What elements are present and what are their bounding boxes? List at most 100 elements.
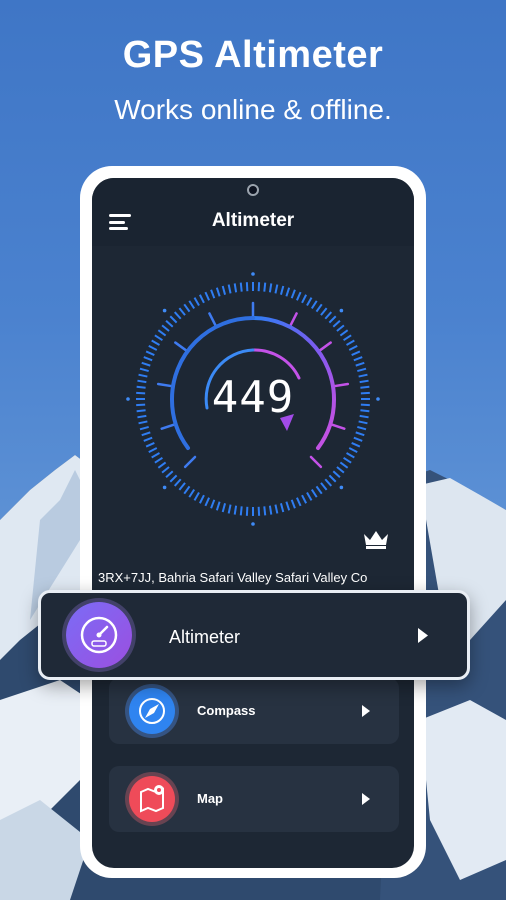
gauge-tick xyxy=(161,466,170,474)
front-camera xyxy=(247,184,259,196)
gauge-tick xyxy=(221,503,227,513)
gauge-tick xyxy=(136,409,146,413)
gauge-tick xyxy=(157,329,167,337)
gauge-tick xyxy=(315,485,323,495)
gauge-major-tick xyxy=(208,312,218,328)
play-arrow-icon xyxy=(362,793,370,805)
gauge-tick xyxy=(227,284,232,294)
app-title: Altimeter xyxy=(211,210,295,231)
gauge-tick xyxy=(204,291,210,301)
gauge-tick xyxy=(143,436,153,442)
gauge-tick xyxy=(169,474,178,483)
gauge-tick xyxy=(161,324,170,332)
gauge-major-tick xyxy=(183,455,197,469)
gauge-tick xyxy=(353,436,363,442)
gauge-dot xyxy=(376,397,380,401)
gauge-tick xyxy=(296,291,302,301)
promo-subtitle: Works online & offline. xyxy=(114,94,392,125)
gauge-tick xyxy=(310,489,318,498)
gauge-dot xyxy=(251,522,255,526)
gauge-tick xyxy=(148,344,158,351)
menu-item-compass[interactable]: Compass xyxy=(109,678,399,744)
gauge-tick xyxy=(136,385,146,389)
gauge-tick xyxy=(239,506,243,516)
gauge-tick xyxy=(188,300,196,309)
gauge-tick xyxy=(343,456,352,464)
gauge-tick xyxy=(239,282,243,292)
gauge-tick xyxy=(148,447,158,454)
gauge-tick xyxy=(343,334,352,342)
gauge-tick xyxy=(285,287,291,297)
gauge-tick xyxy=(138,420,148,425)
phone-screen: Altimeter 449 3RX+7JJ, Bahria Safari Val… xyxy=(92,178,414,868)
gauge-tick xyxy=(351,442,361,448)
gauge-tick xyxy=(320,307,328,316)
menu-item-label: Map xyxy=(197,791,223,806)
menu-item-label: Compass xyxy=(197,703,256,718)
gauge-tick xyxy=(328,474,337,483)
gauge-tick xyxy=(263,506,267,516)
gauge-tick xyxy=(296,497,302,507)
gauge-tick xyxy=(332,319,341,328)
gauge-tick xyxy=(141,361,151,367)
gauge-tick xyxy=(353,356,363,362)
gauge-tick xyxy=(355,361,365,367)
gauge-tick xyxy=(339,329,349,337)
gauge-tick xyxy=(339,461,349,469)
gauge-tick xyxy=(173,478,182,487)
gauge-dot xyxy=(126,397,130,401)
gauge-dot xyxy=(162,485,167,490)
gauge-tick xyxy=(151,452,160,459)
play-arrow-icon xyxy=(418,628,428,643)
gauge-tick xyxy=(358,373,368,378)
gauge-tick xyxy=(198,294,205,304)
gauge-tick xyxy=(233,505,238,515)
gauge-major-tick xyxy=(288,312,298,328)
gauge-tick xyxy=(183,485,191,495)
gauge-tick xyxy=(357,425,367,431)
gauge-tick xyxy=(346,339,355,346)
gauge-tick xyxy=(263,282,267,292)
compass-icon xyxy=(129,688,175,734)
gauge-tick xyxy=(221,285,227,295)
play-arrow-icon xyxy=(362,705,370,717)
gauge-tick xyxy=(173,311,182,320)
gauge-tick xyxy=(227,504,232,514)
gauge-tick xyxy=(215,287,221,297)
gauge-tick xyxy=(290,289,296,299)
altitude-reading: 449 xyxy=(211,372,295,423)
gauge-tick xyxy=(204,497,210,507)
gauge-tick xyxy=(358,420,368,425)
promo-title: GPS Altimeter xyxy=(122,34,384,76)
gauge-tick xyxy=(151,339,160,346)
gauge-major-tick xyxy=(160,423,177,430)
gauge-tick xyxy=(139,367,149,373)
menu-item-map[interactable]: Map xyxy=(109,766,399,832)
gauge-tick xyxy=(188,489,196,498)
gauge-tick xyxy=(324,311,333,320)
gauge-tick xyxy=(138,373,148,378)
gauge-tick xyxy=(210,499,216,509)
gauge-dot xyxy=(339,308,344,313)
gauge-tick xyxy=(320,482,328,491)
crown-icon[interactable] xyxy=(362,528,390,550)
gauge-tick xyxy=(193,297,200,306)
gauge-tick xyxy=(301,294,308,304)
gauge-tick xyxy=(141,431,151,437)
gauge-major-tick xyxy=(329,423,346,430)
menu-item-label: Altimeter xyxy=(169,627,241,647)
gauge-tick xyxy=(348,344,358,351)
gauge-tick xyxy=(137,414,147,419)
gauge-tick xyxy=(139,425,149,431)
gauge-major-tick xyxy=(156,382,174,388)
gauge-tick xyxy=(137,379,147,384)
gauge-tick xyxy=(154,334,163,342)
gauge-tick xyxy=(306,297,313,306)
menu-item-altimeter[interactable]: Altimeter xyxy=(38,590,470,680)
gauge-major-tick xyxy=(318,341,332,353)
gauge-tick xyxy=(157,461,167,469)
gauge-tick xyxy=(290,499,296,509)
gauge-tick xyxy=(301,494,308,504)
gauge-tick xyxy=(279,503,285,513)
gauge-tick xyxy=(215,501,221,511)
